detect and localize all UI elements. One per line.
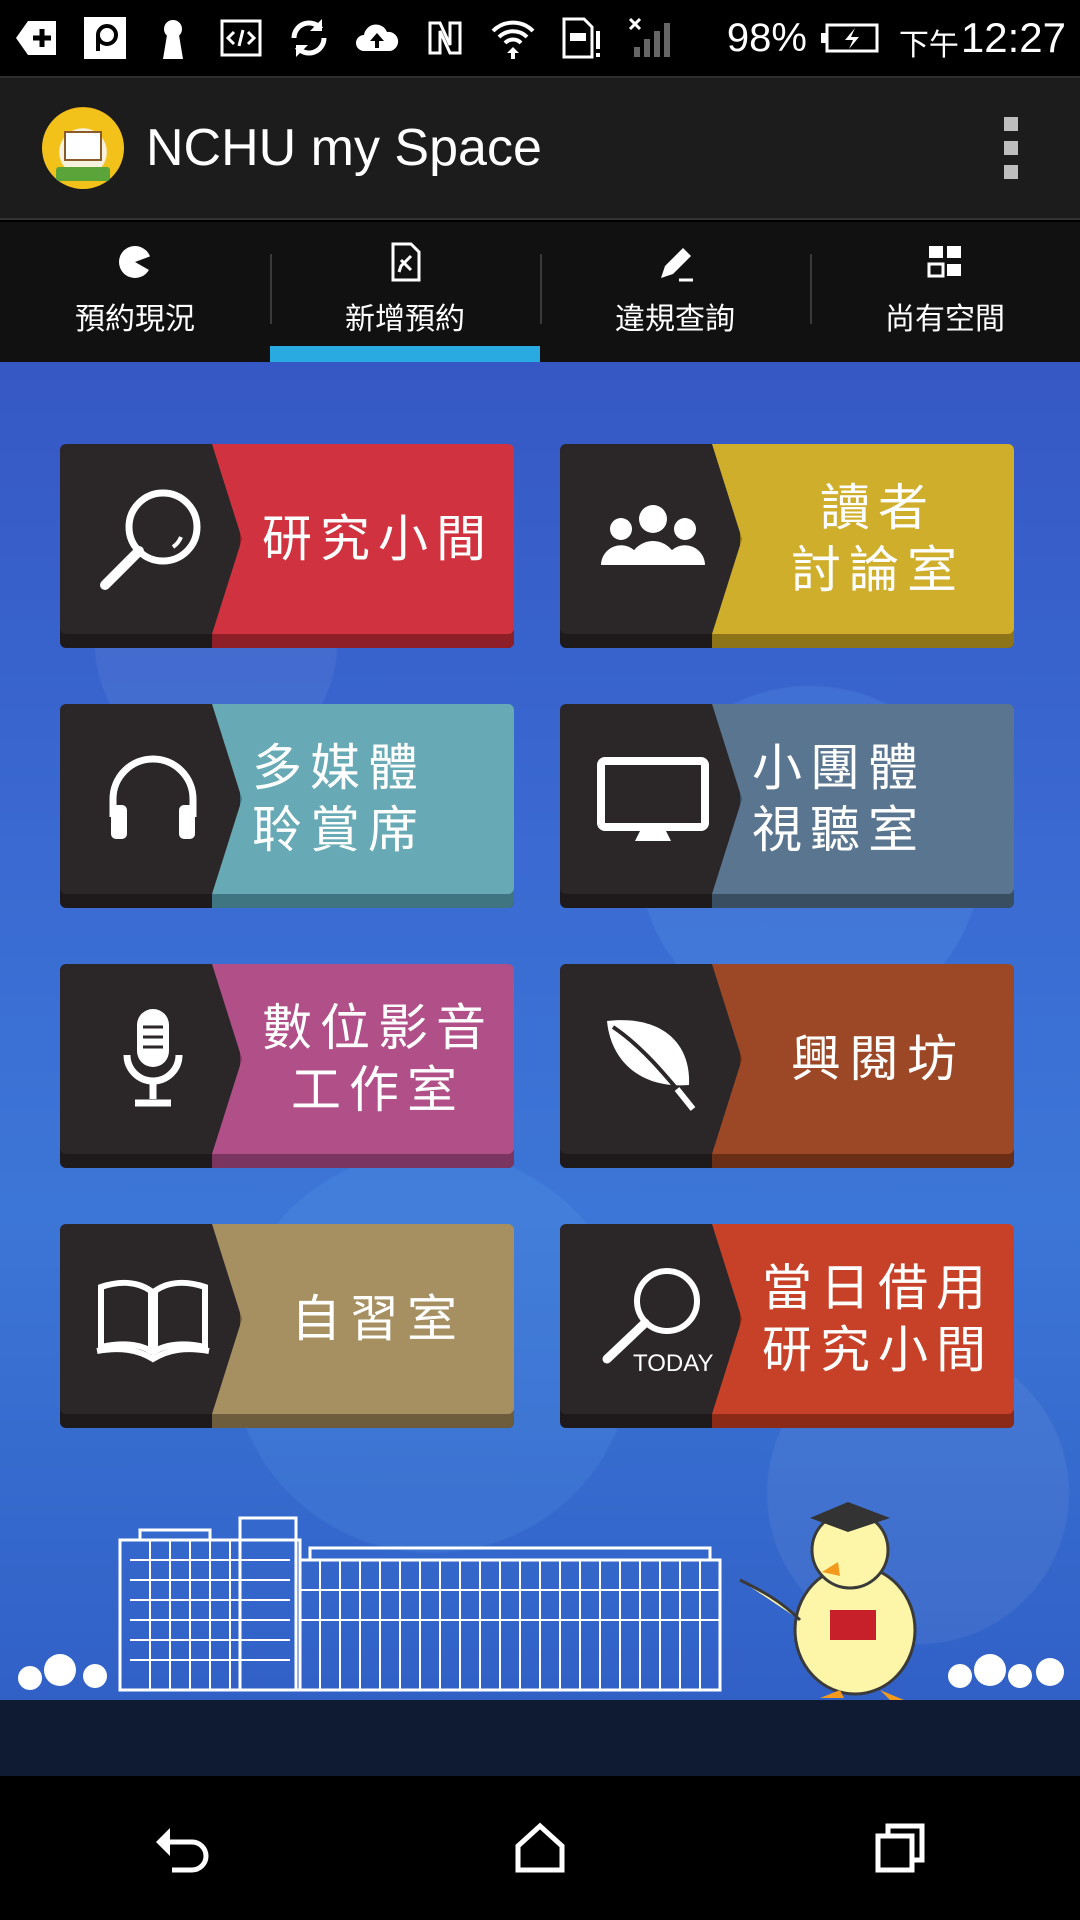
tab-available-space[interactable]: 尚有空間 xyxy=(810,222,1080,362)
sim-alert-icon xyxy=(558,15,604,61)
recents-icon xyxy=(875,1823,925,1873)
microphone-icon xyxy=(78,984,228,1134)
tile-label: 讀者 討論室 xyxy=(791,479,965,599)
pencil-edit-icon xyxy=(661,248,693,282)
battery-percent: 98% xyxy=(726,15,807,60)
battery-charging-icon xyxy=(820,15,881,61)
app-title: NCHU my Space xyxy=(146,119,542,177)
wifi-icon xyxy=(490,15,536,61)
time-prefix: 下午 xyxy=(898,28,959,63)
headphones-icon xyxy=(78,724,228,874)
ground xyxy=(0,1700,1080,1776)
tab-label: 新增預約 xyxy=(345,302,465,337)
tile-digital-av-studio[interactable]: 數位影音 工作室 xyxy=(60,964,514,1168)
home-icon xyxy=(515,1822,565,1873)
tab-reservation-status[interactable]: 預約現況 xyxy=(0,222,270,362)
tab-bar: 預約現況 新增預約 違規查詢 尚有空間 xyxy=(0,222,1080,362)
home-button[interactable] xyxy=(490,1798,590,1898)
tile-reading-lounge[interactable]: 興閱坊 xyxy=(560,964,1014,1168)
tile-label: 興閱坊 xyxy=(791,1030,965,1088)
clock: 12:27 xyxy=(960,14,1066,61)
today-text: TODAY xyxy=(633,1350,713,1377)
back-icon xyxy=(156,1828,209,1873)
tile-label: 多媒體 聆賞席 xyxy=(252,739,426,859)
duck-mascot xyxy=(739,1502,917,1700)
active-tab-indicator xyxy=(270,346,540,362)
p-app-icon xyxy=(82,15,128,61)
tile-multimedia-seat[interactable]: 多媒體 聆賞席 xyxy=(60,704,514,908)
code-icon xyxy=(218,15,264,61)
tile-label: 當日借用 研究小間 xyxy=(762,1259,994,1379)
cloud-upload-icon xyxy=(354,15,400,61)
back-button[interactable] xyxy=(130,1798,230,1898)
monitor-icon xyxy=(578,724,728,874)
tab-label: 尚有空間 xyxy=(885,302,1005,337)
status-bar: 98% 下午 12:27 xyxy=(0,0,1080,76)
new-document-icon xyxy=(391,242,421,282)
group-icon xyxy=(578,464,728,614)
no-signal-icon xyxy=(626,15,672,61)
tab-new-reservation[interactable]: 新增預約 xyxy=(270,222,540,362)
tile-same-day-research-carrel[interactable]: TODAY 當日借用 研究小間 xyxy=(560,1224,1014,1428)
grid-icon xyxy=(927,246,961,278)
app-bar: NCHU my Space xyxy=(0,76,1080,220)
pie-chart-icon xyxy=(119,246,152,278)
tile-label: 自習室 xyxy=(291,1290,465,1348)
overflow-menu-icon[interactable] xyxy=(1004,117,1022,179)
tile-group-av-room[interactable]: 小團體 視聽室 xyxy=(560,704,1014,908)
tile-discussion-room[interactable]: 讀者 討論室 xyxy=(560,444,1014,648)
tile-label: 數位影音 工作室 xyxy=(262,999,494,1119)
plus-notification-icon xyxy=(14,15,60,61)
main-area: 研究小間 讀者 討論室 多媒體 聆賞席 小團體 視聽室 數位影音 工作室 興閱坊… xyxy=(0,362,1080,1776)
leaf-icon xyxy=(578,984,728,1134)
tile-research-carrel[interactable]: 研究小間 xyxy=(60,444,514,648)
library-building-illustration xyxy=(18,1502,1064,1700)
navigation-bar xyxy=(0,1776,1080,1920)
tab-label: 預約現況 xyxy=(75,302,195,337)
magnifier-today-icon: TODAY xyxy=(578,1244,728,1394)
open-book-icon xyxy=(78,1244,228,1394)
tab-violation-query[interactable]: 違規查詢 xyxy=(540,222,810,362)
keyhole-icon xyxy=(150,15,196,61)
nfc-icon xyxy=(422,15,468,61)
tile-study-room[interactable]: 自習室 xyxy=(60,1224,514,1428)
tab-label: 違規查詢 xyxy=(615,302,735,337)
tile-label: 小團體 視聽室 xyxy=(752,739,926,859)
tile-label: 研究小間 xyxy=(262,510,494,568)
recents-button[interactable] xyxy=(850,1798,950,1898)
sync-icon xyxy=(286,15,332,61)
magnifier-icon xyxy=(78,464,228,614)
app-logo xyxy=(42,107,124,189)
